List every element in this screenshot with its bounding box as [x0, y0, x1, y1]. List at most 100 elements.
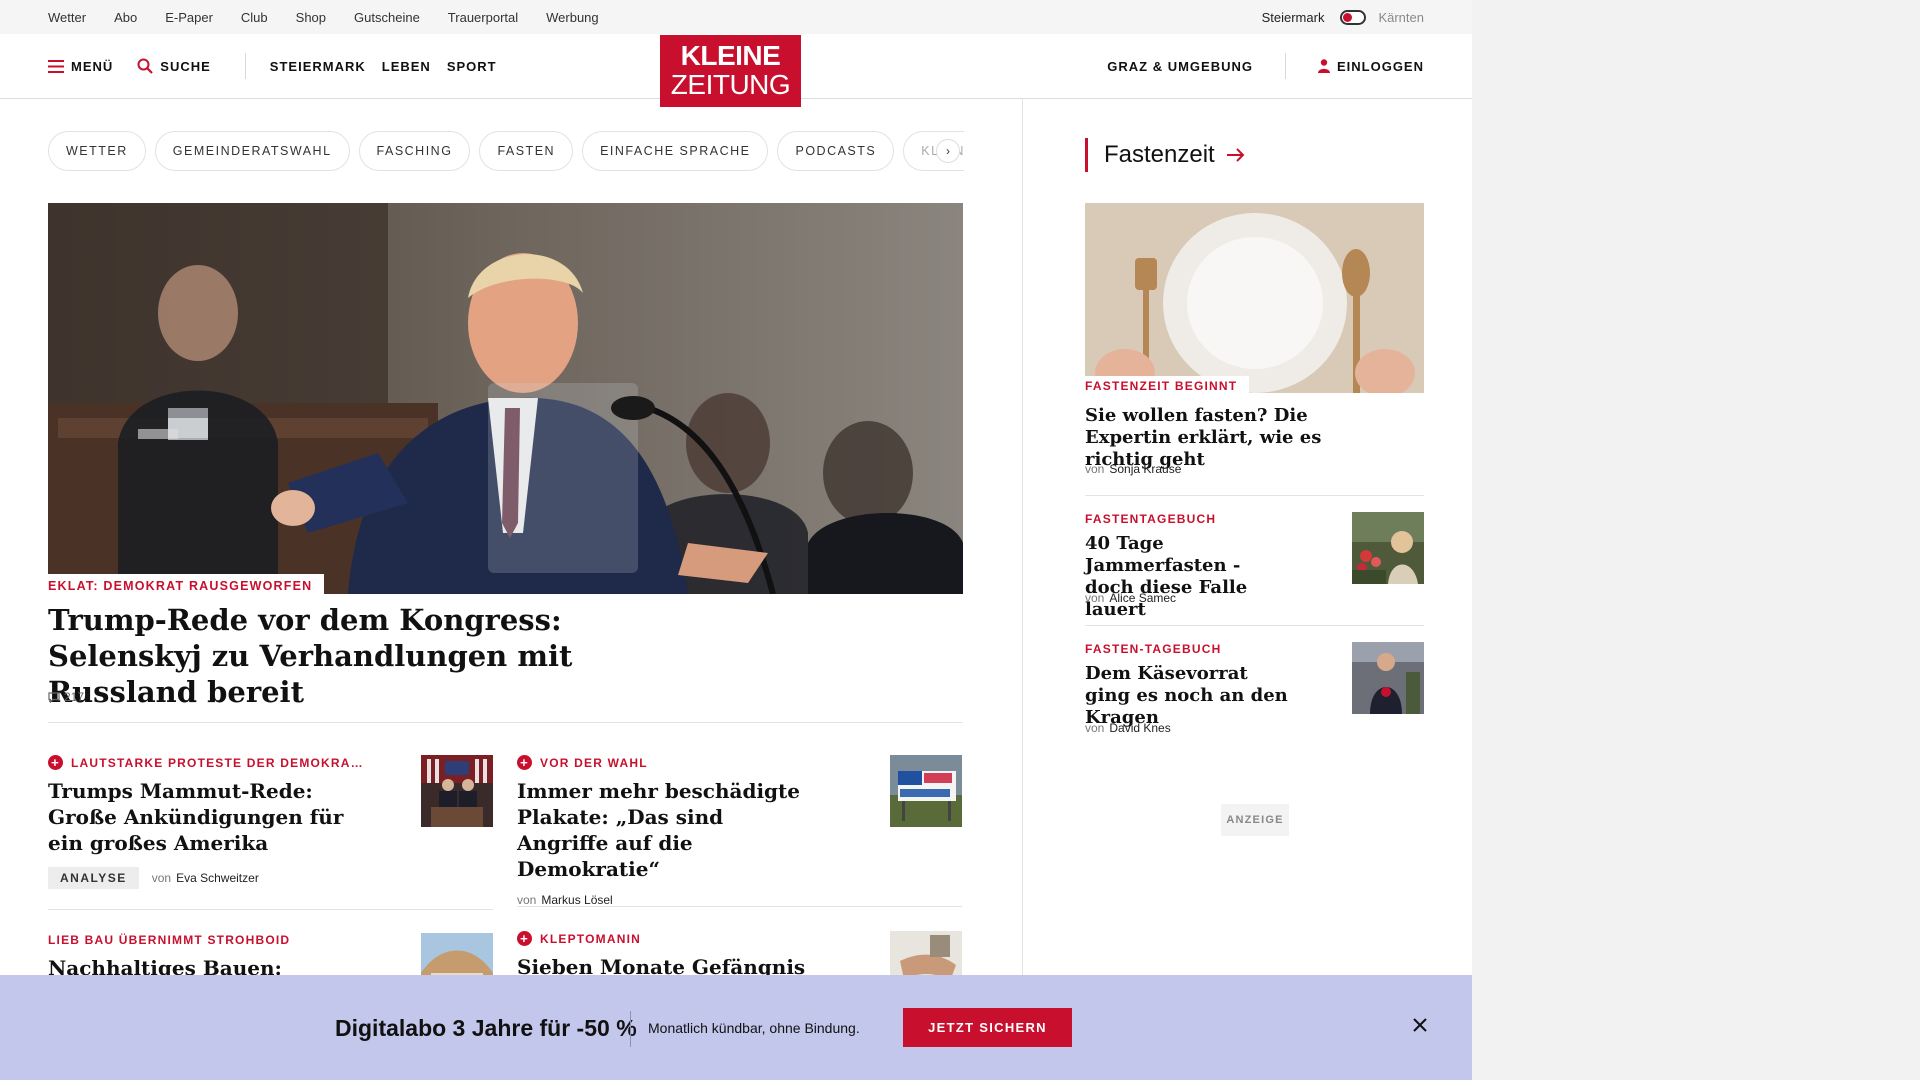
sidebar-item-thumbnail[interactable]: [1352, 512, 1424, 584]
page-background-gutter: [1472, 0, 1920, 1080]
sidebar-divider: [1085, 495, 1424, 496]
ad-label: ANZEIGE: [1221, 804, 1289, 836]
login-label: EINLOGGEN: [1336, 58, 1424, 74]
plus-icon: +: [517, 755, 532, 770]
utility-bar: Wetter Abo E-Paper Club Shop Gutscheine …: [0, 0, 1472, 34]
region-steiermark[interactable]: Steiermark: [1262, 10, 1325, 25]
article-thumbnail[interactable]: [890, 755, 962, 827]
utility-links: Wetter Abo E-Paper Club Shop Gutscheine …: [48, 0, 627, 34]
hero-divider: [48, 722, 963, 723]
util-link-werbung[interactable]: Werbung: [546, 10, 599, 25]
article-thumbnail[interactable]: [421, 755, 493, 827]
close-banner-button[interactable]: [1408, 1015, 1432, 1039]
search-button[interactable]: SUCHE: [137, 58, 211, 74]
article-meta: von Markus Lösel: [517, 893, 962, 907]
nav-leben[interactable]: LEBEN: [382, 59, 431, 74]
nav-steiermark[interactable]: STEIERMARK: [270, 59, 366, 74]
chevron-right-icon: ›: [946, 144, 950, 158]
util-link-epaper[interactable]: E-Paper: [165, 10, 213, 25]
promo-headline: Digitalabo 3 Jahre für -50 %: [335, 1015, 637, 1041]
subscription-banner: Digitalabo 3 Jahre für -50 % Monatlich k…: [0, 975, 1472, 1080]
user-icon: [1317, 59, 1330, 73]
logo-line-2: ZEITUNG: [670, 69, 791, 100]
close-icon: [1413, 1017, 1427, 1037]
byline-prefix: von: [1085, 462, 1105, 476]
article-title[interactable]: Immer mehr beschädigte Plakate: „Das sin…: [517, 778, 817, 882]
header-divider-right: [1284, 53, 1286, 79]
sidebar-item-thumbnail[interactable]: [1352, 642, 1424, 714]
sidebar-item-title[interactable]: 40 Tage Jammerfasten - doch diese Falle …: [1085, 533, 1295, 621]
topic-pill-fasching[interactable]: FASCHING: [358, 131, 471, 171]
analysis-badge: ANALYSE: [48, 867, 139, 889]
article-meta: ANALYSE von Eva Schweitzer: [48, 867, 493, 889]
hero-title[interactable]: Trump-Rede vor dem Kongress: Selenskyj z…: [48, 602, 608, 710]
hero-photo-trump-speech: [48, 203, 963, 594]
topic-pill-gemeinderatswahl[interactable]: GEMEINDERATSWAHL: [154, 131, 350, 171]
section-heading-fastenzeit[interactable]: Fastenzeit: [1085, 138, 1245, 172]
login-button[interactable]: EINLOGGEN: [1317, 58, 1424, 74]
thumb-woman-flowers-photo: [1352, 512, 1424, 584]
hamburger-icon: [48, 59, 64, 73]
util-link-gutscheine[interactable]: Gutscheine: [354, 10, 420, 25]
plus-icon: +: [48, 755, 63, 770]
topic-pill-einfache-sprache[interactable]: EINFACHE SPRACHE: [582, 131, 769, 171]
author-name[interactable]: Alice Samec: [1109, 591, 1176, 605]
topic-pills: WETTER GEMEINDERATSWAHL FASCHING FASTEN …: [48, 131, 964, 171]
thumb-posters-photo: [890, 755, 962, 827]
article-divider: [48, 909, 493, 910]
menu-label: MENÜ: [71, 58, 114, 74]
region-switch: Steiermark Kärnten: [1262, 0, 1424, 34]
hero-kicker[interactable]: EKLAT: DEMOKRAT RAUSGEWORFEN: [48, 574, 325, 598]
logo-line-1: KLEINE: [680, 40, 781, 71]
util-link-shop[interactable]: Shop: [296, 10, 326, 25]
thumb-congress-photo: [421, 755, 493, 827]
sidebar-divider: [1085, 625, 1424, 626]
hero-image[interactable]: [48, 203, 963, 594]
column-divider: [1022, 99, 1023, 999]
util-link-trauerportal[interactable]: Trauerportal: [448, 10, 518, 25]
sidebar-item-title[interactable]: Dem Käsevorrat ging es noch an den Krage…: [1085, 663, 1295, 729]
menu-button[interactable]: MENÜ: [48, 59, 113, 74]
sidebar-item-meta: von David Knes: [1085, 721, 1171, 735]
main-header: MENÜ SUCHE STEIERMARK LEBEN SPORT KLEINE…: [0, 34, 1472, 107]
news-site: Wetter Abo E-Paper Club Shop Gutscheine …: [0, 0, 1472, 1080]
promo-divider: [630, 1011, 631, 1047]
util-link-wetter[interactable]: Wetter: [48, 10, 86, 25]
author-name[interactable]: David Knes: [1109, 721, 1170, 735]
sidebar-item-meta: von Alice Samec: [1085, 591, 1176, 605]
topic-pill-wetter[interactable]: WETTER: [48, 131, 146, 171]
byline-prefix: von: [1085, 591, 1105, 605]
sidebar-item-kicker[interactable]: FASTEN-TAGEBUCH: [1085, 642, 1222, 656]
fasting-lead-image[interactable]: [1085, 203, 1424, 393]
toggle-knob: [1343, 12, 1353, 22]
author-name[interactable]: Eva Schweitzer: [176, 871, 259, 885]
lead-meta: von Sonja Krause: [1085, 462, 1181, 476]
author-name[interactable]: Sonja Krause: [1109, 462, 1181, 476]
lead-kicker[interactable]: FASTENZEIT BEGINNT: [1085, 376, 1250, 396]
local-region-link[interactable]: GRAZ & UMGEBUNG: [1107, 59, 1253, 74]
util-link-abo[interactable]: Abo: [114, 10, 137, 25]
promo-subline: Monatlich kündbar, ohne Bindung.: [648, 1020, 860, 1036]
thumb-man-photo: [1352, 642, 1424, 714]
util-link-club[interactable]: Club: [241, 10, 268, 25]
article-title[interactable]: Trumps Mammut-Rede: Große Ankündigungen …: [48, 778, 348, 856]
region-kaernten[interactable]: Kärnten: [1378, 10, 1424, 25]
sidebar-item-kicker[interactable]: FASTENTAGEBUCH: [1085, 512, 1217, 526]
section-title: Fastenzeit: [1104, 141, 1215, 168]
byline-prefix: von: [1085, 721, 1105, 735]
nav-sport[interactable]: SPORT: [447, 59, 497, 74]
region-toggle[interactable]: [1340, 9, 1367, 25]
topic-pill-podcasts[interactable]: PODCASTS: [777, 131, 895, 171]
search-label: SUCHE: [160, 58, 211, 74]
comment-count: 217: [64, 690, 85, 704]
author-name[interactable]: Markus Lösel: [541, 893, 612, 907]
pills-next-button[interactable]: ›: [936, 139, 960, 163]
byline-prefix: von: [517, 893, 537, 907]
hero-comments[interactable]: 217: [48, 690, 84, 704]
arrow-right-icon: [1226, 148, 1245, 162]
topic-pill-fasten[interactable]: FASTEN: [479, 131, 574, 171]
article-divider: [517, 906, 962, 907]
subscribe-button[interactable]: JETZT SICHERN: [903, 1008, 1072, 1047]
kleine-zeitung-logo[interactable]: KLEINE ZEITUNG: [660, 35, 801, 107]
kicker-text: KLEPTOMANIN: [540, 931, 641, 946]
